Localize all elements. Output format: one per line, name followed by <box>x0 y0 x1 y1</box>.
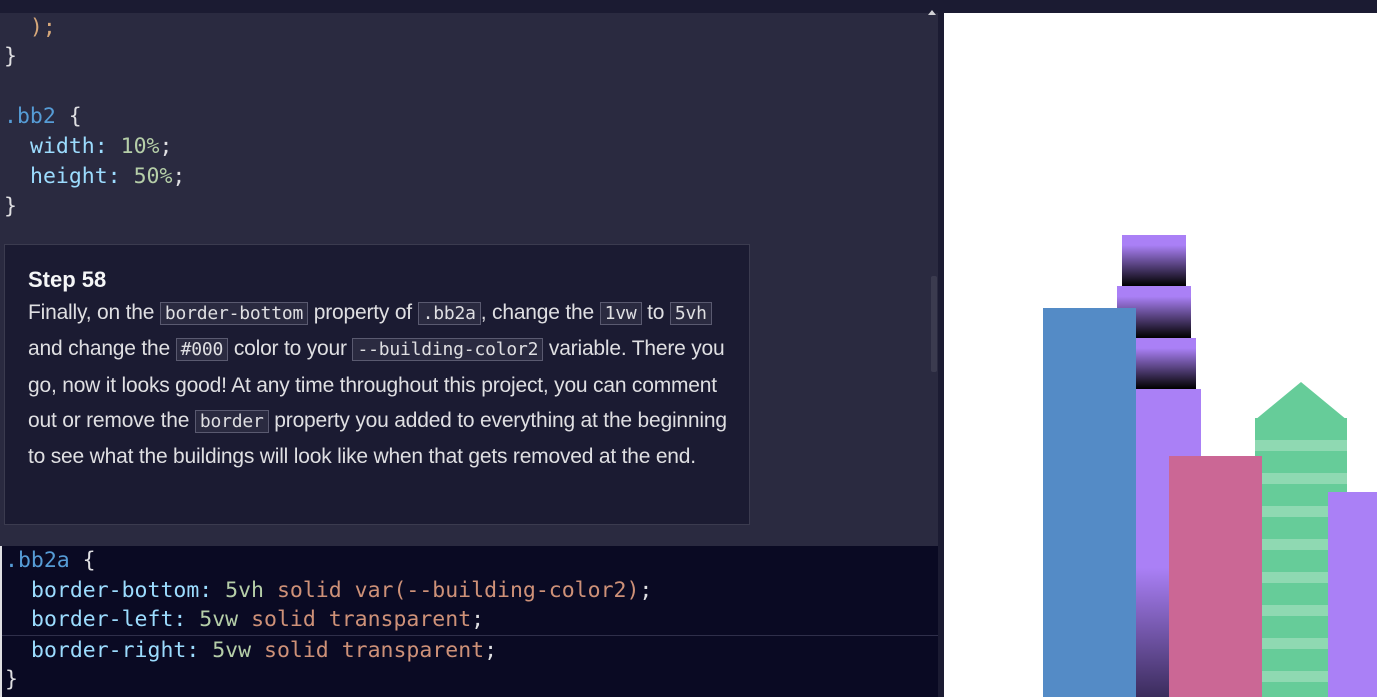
code-line[interactable]: .bb2a { <box>5 546 96 576</box>
code-line: } <box>4 194 17 219</box>
inline-code: 5vh <box>669 302 712 325</box>
preview-pane <box>944 13 1377 697</box>
editor-scrollbar-thumb[interactable] <box>931 276 937 372</box>
code-line: height: 50%; <box>30 164 186 189</box>
inline-code: border-bottom <box>159 302 309 325</box>
building-blue <box>1043 308 1136 697</box>
step-instructions-panel: Step 58 Finally, on the border-bottom pr… <box>4 244 750 525</box>
code-line: ); <box>4 15 56 40</box>
building-green-roof <box>1255 382 1347 420</box>
inline-code: border <box>194 409 269 433</box>
top-bar <box>0 0 1377 13</box>
building-pink <box>1169 456 1262 697</box>
code-line[interactable]: border-left: 5vw solid transparent; <box>5 605 484 635</box>
inline-code: 1vw <box>599 302 642 325</box>
inline-code: #000 <box>175 338 229 362</box>
building-purple-right <box>1328 492 1377 697</box>
code-line[interactable]: border-bottom: 5vh solid var(--building-… <box>5 576 652 606</box>
step-title: Step 58 <box>28 267 107 292</box>
step-description: Finally, on the border-bottom property o… <box>28 301 727 469</box>
editable-code-region[interactable]: .bb2a { border-bottom: 5vh solid var(--b… <box>0 546 938 697</box>
code-line: } <box>4 44 17 69</box>
code-line[interactable]: border-right: 5vw solid transparent; <box>5 636 497 666</box>
code-line[interactable]: } <box>5 665 18 695</box>
code-line: width: 10%; <box>30 134 173 159</box>
code-line: .bb2 { <box>4 104 82 129</box>
css-selector: .bb2a <box>5 548 70 573</box>
building-purple-tier-top <box>1122 235 1186 286</box>
inline-code: --building-color2 <box>352 338 544 362</box>
inline-code: .bb2a <box>417 302 481 325</box>
scroll-up-arrow-icon[interactable] <box>928 10 936 15</box>
css-selector: .bb2 <box>4 104 56 129</box>
